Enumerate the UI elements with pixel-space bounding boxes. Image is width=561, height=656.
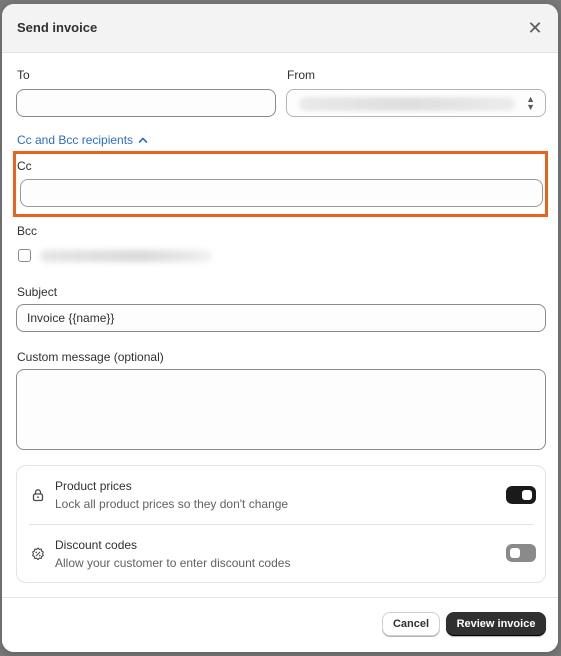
to-input[interactable] bbox=[16, 89, 276, 117]
cancel-button[interactable]: Cancel bbox=[382, 612, 440, 636]
product-prices-description: Lock all product prices so they don't ch… bbox=[55, 497, 289, 511]
subject-label: Subject bbox=[17, 285, 58, 299]
send-invoice-modal: Send invoice ✕ To From ▲ ▼ Cc and Bcc rec… bbox=[2, 4, 558, 652]
bcc-checkbox[interactable] bbox=[18, 249, 31, 262]
product-prices-title: Product prices bbox=[55, 479, 132, 493]
to-label: To bbox=[17, 68, 30, 82]
cc-input[interactable] bbox=[20, 179, 543, 207]
toggle-knob bbox=[522, 490, 532, 500]
discount-codes-description: Allow your customer to enter discount co… bbox=[55, 556, 291, 570]
from-label: From bbox=[287, 68, 315, 82]
modal-header: Send invoice ✕ bbox=[2, 4, 558, 53]
from-select-redacted-value bbox=[299, 97, 515, 111]
discount-codes-toggle[interactable] bbox=[506, 544, 536, 562]
settings-divider bbox=[29, 524, 533, 525]
product-prices-toggle[interactable] bbox=[506, 486, 536, 504]
cc-bcc-toggle-label: Cc and Bcc recipients bbox=[17, 133, 134, 147]
subject-input[interactable]: Invoice {{name}} bbox=[16, 304, 546, 332]
discount-icon bbox=[32, 547, 44, 561]
toggle-knob bbox=[510, 548, 520, 558]
modal-footer: Cancel Review invoice bbox=[2, 597, 558, 652]
review-invoice-button[interactable]: Review invoice bbox=[446, 612, 546, 636]
modal-title: Send invoice bbox=[17, 20, 98, 35]
bcc-redacted-text bbox=[40, 250, 212, 262]
from-select[interactable]: ▲ ▼ bbox=[286, 89, 546, 117]
chevron-up-icon bbox=[138, 137, 148, 143]
cc-label: Cc bbox=[17, 159, 32, 173]
discount-codes-title: Discount codes bbox=[55, 538, 138, 552]
bcc-label: Bcc bbox=[17, 224, 38, 238]
select-chevron-icon: ▲ ▼ bbox=[526, 94, 535, 112]
close-icon[interactable]: ✕ bbox=[526, 19, 544, 37]
custom-message-label: Custom message (optional) bbox=[17, 350, 164, 364]
lock-icon bbox=[32, 489, 44, 502]
custom-message-textarea[interactable] bbox=[16, 369, 546, 450]
invoice-settings-card: Product prices Lock all product prices s… bbox=[16, 465, 546, 583]
cc-bcc-toggle[interactable]: Cc and Bcc recipients bbox=[17, 133, 148, 147]
